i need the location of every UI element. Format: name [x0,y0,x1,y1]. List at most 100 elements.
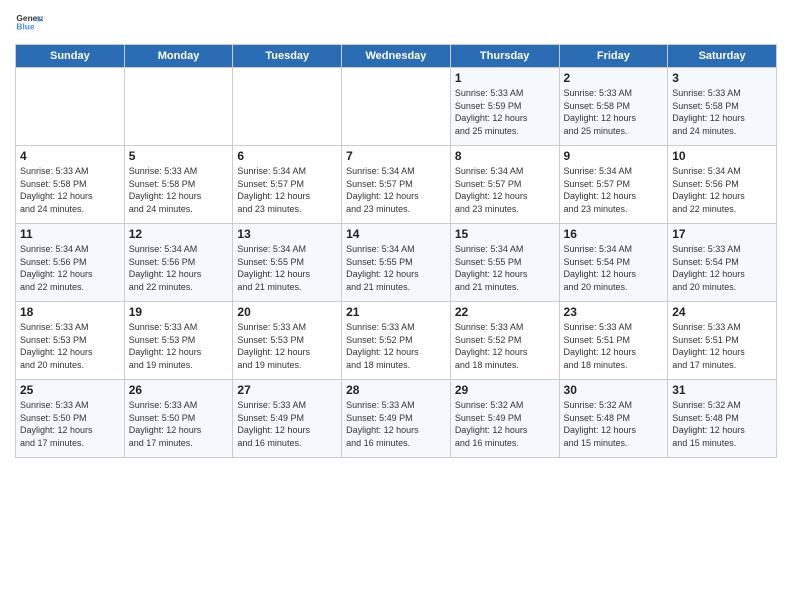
calendar-table: SundayMondayTuesdayWednesdayThursdayFrid… [15,44,777,458]
day-number: 30 [564,383,664,397]
calendar-cell: 4 Sunrise: 5:33 AMSunset: 5:58 PMDaylight… [16,146,125,224]
day-number: 23 [564,305,664,319]
day-info: Sunrise: 5:34 AMSunset: 5:56 PMDaylight:… [672,165,772,215]
day-info: Sunrise: 5:34 AMSunset: 5:55 PMDaylight:… [237,243,337,293]
day-info: Sunrise: 5:34 AMSunset: 5:57 PMDaylight:… [455,165,555,215]
page-header: General Blue [15,10,777,38]
header-day-monday: Monday [124,45,233,68]
calendar-cell: 12 Sunrise: 5:34 AMSunset: 5:56 PMDayligh… [124,224,233,302]
day-number: 14 [346,227,446,241]
day-number: 1 [455,71,555,85]
calendar-cell: 29 Sunrise: 5:32 AMSunset: 5:49 PMDayligh… [450,380,559,458]
day-info: Sunrise: 5:32 AMSunset: 5:49 PMDaylight:… [455,399,555,449]
calendar-cell: 6 Sunrise: 5:34 AMSunset: 5:57 PMDaylight… [233,146,342,224]
calendar-cell: 13Sunrise: 5:34 AMSunset: 5:55 PMDayligh… [233,224,342,302]
calendar-cell: 28Sunrise: 5:33 AMSunset: 5:49 PMDayligh… [342,380,451,458]
calendar-cell: 25Sunrise: 5:33 AMSunset: 5:50 PMDayligh… [16,380,125,458]
day-info: Sunrise: 5:34 AMSunset: 5:57 PMDaylight:… [346,165,446,215]
calendar-header-row: SundayMondayTuesdayWednesdayThursdayFrid… [16,45,777,68]
calendar-cell: 18 Sunrise: 5:33 AMSunset: 5:53 PMDayligh… [16,302,125,380]
calendar-week-row: 11 Sunrise: 5:34 AMSunset: 5:56 PMDayligh… [16,224,777,302]
day-info: Sunrise: 5:33 AMSunset: 5:53 PMDaylight:… [237,321,337,371]
day-number: 29 [455,383,555,397]
logo: General Blue [15,10,43,38]
day-number: 24 [672,305,772,319]
day-info: Sunrise: 5:33 AMSunset: 5:50 PMDaylight:… [20,399,120,449]
calendar-cell: 8 Sunrise: 5:34 AMSunset: 5:57 PMDaylight… [450,146,559,224]
day-info: Sunrise: 5:33 AMSunset: 5:50 PMDaylight:… [129,399,229,449]
day-info: Sunrise: 5:34 AMSunset: 5:55 PMDaylight:… [346,243,446,293]
calendar-cell: 30Sunrise: 5:32 AMSunset: 5:48 PMDayligh… [559,380,668,458]
day-info: Sunrise: 5:34 AMSunset: 5:56 PMDaylight:… [129,243,229,293]
day-number: 17 [672,227,772,241]
day-number: 22 [455,305,555,319]
calendar-cell [124,68,233,146]
day-number: 18 [20,305,120,319]
day-info: Sunrise: 5:33 AMSunset: 5:53 PMDaylight:… [20,321,120,371]
day-info: Sunrise: 5:33 AMSunset: 5:52 PMDaylight:… [455,321,555,371]
calendar-cell: 5Sunrise: 5:33 AMSunset: 5:58 PMDaylight… [124,146,233,224]
day-info: Sunrise: 5:34 AMSunset: 5:57 PMDaylight:… [237,165,337,215]
day-info: Sunrise: 5:34 AMSunset: 5:55 PMDaylight:… [455,243,555,293]
day-info: Sunrise: 5:32 AMSunset: 5:48 PMDaylight:… [672,399,772,449]
calendar-cell: 1Sunrise: 5:33 AMSunset: 5:59 PMDaylight… [450,68,559,146]
calendar-cell: 10 Sunrise: 5:34 AMSunset: 5:56 PMDayligh… [668,146,777,224]
calendar-cell: 22 Sunrise: 5:33 AMSunset: 5:52 PMDayligh… [450,302,559,380]
day-number: 26 [129,383,229,397]
day-number: 28 [346,383,446,397]
day-info: Sunrise: 5:33 AMSunset: 5:51 PMDaylight:… [564,321,664,371]
header-day-wednesday: Wednesday [342,45,451,68]
calendar-cell: 3Sunrise: 5:33 AMSunset: 5:58 PMDaylight… [668,68,777,146]
day-number: 9 [564,149,664,163]
calendar-cell: 9 Sunrise: 5:34 AMSunset: 5:57 PMDaylight… [559,146,668,224]
day-number: 4 [20,149,120,163]
calendar-cell: 2Sunrise: 5:33 AMSunset: 5:58 PMDaylight… [559,68,668,146]
day-info: Sunrise: 5:33 AMSunset: 5:52 PMDaylight:… [346,321,446,371]
day-number: 21 [346,305,446,319]
day-number: 19 [129,305,229,319]
calendar-cell [233,68,342,146]
day-number: 2 [564,71,664,85]
logo-icon: General Blue [15,10,43,38]
calendar-week-row: 4 Sunrise: 5:33 AMSunset: 5:58 PMDaylight… [16,146,777,224]
header-day-friday: Friday [559,45,668,68]
svg-text:Blue: Blue [16,22,34,32]
day-number: 7 [346,149,446,163]
calendar-cell [16,68,125,146]
calendar-cell: 23 Sunrise: 5:33 AMSunset: 5:51 PMDayligh… [559,302,668,380]
day-number: 10 [672,149,772,163]
day-number: 15 [455,227,555,241]
day-info: Sunrise: 5:34 AMSunset: 5:57 PMDaylight:… [564,165,664,215]
day-number: 31 [672,383,772,397]
day-number: 5 [129,149,229,163]
calendar-cell: 16Sunrise: 5:34 AMSunset: 5:54 PMDayligh… [559,224,668,302]
calendar-cell: 31 Sunrise: 5:32 AMSunset: 5:48 PMDayligh… [668,380,777,458]
calendar-cell: 24Sunrise: 5:33 AMSunset: 5:51 PMDayligh… [668,302,777,380]
calendar-cell: 26 Sunrise: 5:33 AMSunset: 5:50 PMDayligh… [124,380,233,458]
day-info: Sunrise: 5:34 AMSunset: 5:54 PMDaylight:… [564,243,664,293]
calendar-cell: 15 Sunrise: 5:34 AMSunset: 5:55 PMDayligh… [450,224,559,302]
day-info: Sunrise: 5:33 AMSunset: 5:54 PMDaylight:… [672,243,772,293]
day-number: 12 [129,227,229,241]
day-number: 8 [455,149,555,163]
day-number: 11 [20,227,120,241]
day-info: Sunrise: 5:33 AMSunset: 5:58 PMDaylight:… [20,165,120,215]
day-info: Sunrise: 5:33 AMSunset: 5:53 PMDaylight:… [129,321,229,371]
day-number: 20 [237,305,337,319]
calendar-cell: 14 Sunrise: 5:34 AMSunset: 5:55 PMDayligh… [342,224,451,302]
day-number: 6 [237,149,337,163]
calendar-cell: 19 Sunrise: 5:33 AMSunset: 5:53 PMDayligh… [124,302,233,380]
day-info: Sunrise: 5:33 AMSunset: 5:49 PMDaylight:… [237,399,337,449]
calendar-cell: 21 Sunrise: 5:33 AMSunset: 5:52 PMDayligh… [342,302,451,380]
day-info: Sunrise: 5:33 AMSunset: 5:58 PMDaylight:… [672,87,772,137]
day-number: 27 [237,383,337,397]
calendar-week-row: 1Sunrise: 5:33 AMSunset: 5:59 PMDaylight… [16,68,777,146]
calendar-week-row: 25Sunrise: 5:33 AMSunset: 5:50 PMDayligh… [16,380,777,458]
day-info: Sunrise: 5:34 AMSunset: 5:56 PMDaylight:… [20,243,120,293]
calendar-cell [342,68,451,146]
calendar-cell: 11 Sunrise: 5:34 AMSunset: 5:56 PMDayligh… [16,224,125,302]
header-day-saturday: Saturday [668,45,777,68]
calendar-cell: 7 Sunrise: 5:34 AMSunset: 5:57 PMDaylight… [342,146,451,224]
calendar-cell: 20 Sunrise: 5:33 AMSunset: 5:53 PMDayligh… [233,302,342,380]
header-day-tuesday: Tuesday [233,45,342,68]
